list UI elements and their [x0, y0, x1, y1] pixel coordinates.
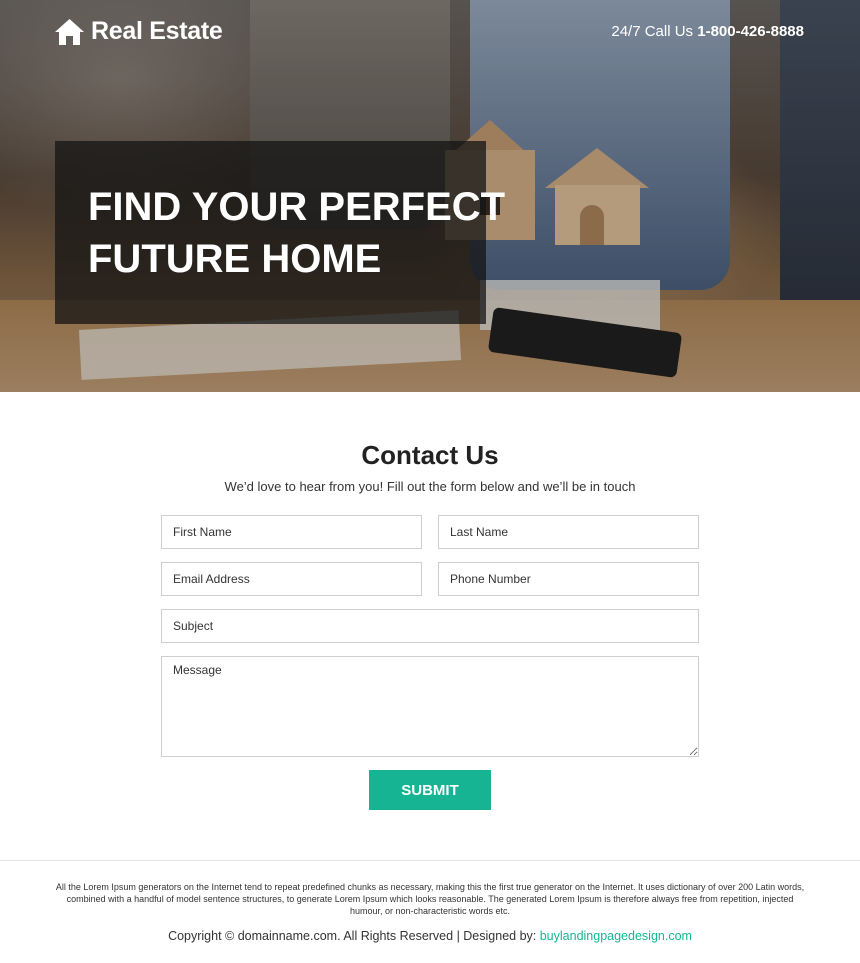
call-prefix: 24/7 Call Us	[611, 23, 694, 40]
copyright-line: Copyright © domainname.com. All Rights R…	[0, 929, 860, 943]
copyright-text: Copyright © domainname.com. All Rights R…	[168, 929, 537, 943]
phone-input[interactable]	[438, 562, 699, 596]
brand-logo[interactable]: Real Estate	[54, 17, 223, 46]
phone-number-link[interactable]: 1-800-426-8888	[697, 23, 804, 40]
email-input[interactable]	[161, 562, 422, 596]
message-textarea[interactable]	[161, 656, 699, 757]
subject-input[interactable]	[161, 609, 699, 643]
submit-button[interactable]: SUBMIT	[369, 770, 491, 810]
footer-disclaimer: All the Lorem Ipsum generators on the In…	[55, 882, 805, 916]
contact-subtitle: We’d love to hear from you! Fill out the…	[224, 479, 636, 494]
headline-line-1: FIND YOUR PERFECT	[88, 185, 506, 229]
hero-section: Real Estate 24/7 Call Us 1-800-426-8888 …	[0, 0, 860, 392]
home-icon	[54, 18, 85, 46]
first-name-input[interactable]	[161, 515, 422, 549]
headline-box: FIND YOUR PERFECT FUTURE HOME	[55, 141, 505, 324]
brand-name: Real Estate	[91, 17, 223, 45]
designer-link[interactable]: buylandingpagedesign.com	[540, 929, 692, 943]
last-name-input[interactable]	[438, 515, 699, 549]
phone-callout: 24/7 Call Us 1-800-426-8888	[611, 23, 804, 40]
headline-line-2: FUTURE HOME	[88, 237, 382, 281]
contact-title: Contact Us	[361, 440, 499, 470]
footer-divider	[0, 860, 860, 861]
